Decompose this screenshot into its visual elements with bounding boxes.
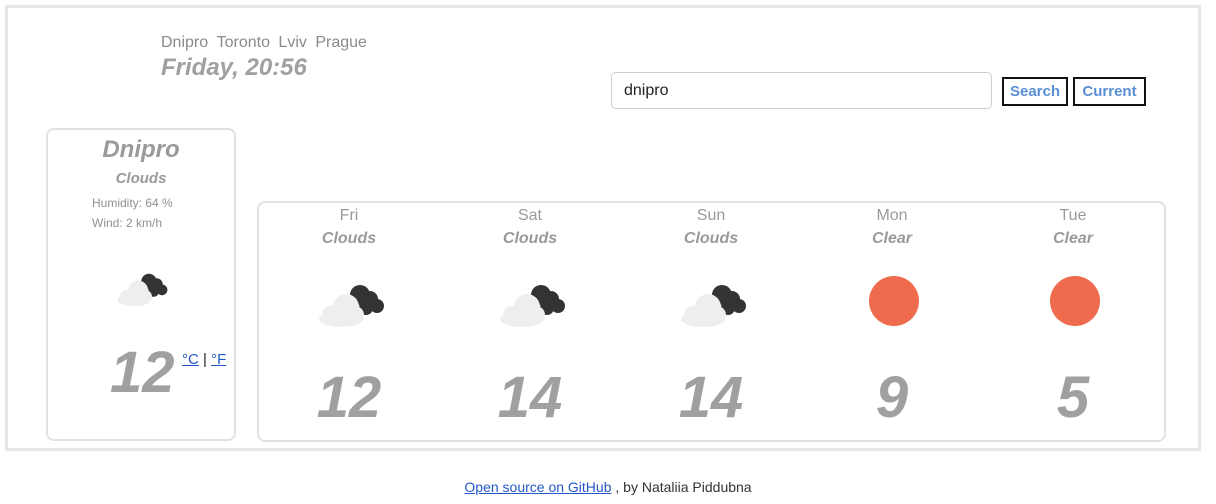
clouds-icon — [681, 285, 746, 327]
forecast-description: Clouds — [321, 230, 377, 247]
today-stats: Humidity: 64 % Wind: 2 km/h — [92, 193, 173, 233]
forecast-temperature: 14 — [678, 365, 744, 430]
search-input[interactable] — [611, 72, 992, 109]
current-date: Friday, 20:56 — [161, 54, 307, 81]
clouds-icon — [319, 285, 384, 327]
clouds-icon — [500, 285, 565, 327]
forecast-day-name: Sat — [517, 207, 542, 224]
forecast-day-name: Sun — [696, 207, 726, 224]
forecast-day: Sat Clouds 14 — [440, 203, 620, 440]
city-links: Dnipro Toronto Lviv Prague — [161, 34, 371, 52]
forecast-description: Clear — [1052, 230, 1094, 247]
unit-separator: | — [203, 351, 207, 368]
today-humidity: Humidity: 64 % — [92, 196, 173, 210]
fahrenheit-link[interactable]: °F — [211, 351, 226, 368]
forecast-day: Tue Clear 5 — [983, 203, 1163, 440]
city-link-prague[interactable]: Prague — [315, 34, 367, 51]
city-link-toronto[interactable]: Toronto — [217, 34, 270, 51]
city-link-dnipro[interactable]: Dnipro — [161, 34, 208, 51]
search-button[interactable]: Search — [1002, 77, 1068, 106]
today-wind: Wind: 2 km/h — [92, 216, 163, 230]
forecast-temperature: 12 — [316, 365, 382, 430]
celsius-link[interactable]: °C — [182, 351, 199, 368]
forecast-panel: Fri Clouds 12 Sat Clouds 14 Sun Clouds 1… — [257, 201, 1166, 442]
forecast-temperature: 5 — [1056, 365, 1090, 430]
today-card: Dnipro Clouds Humidity: 64 % Wind: 2 km/… — [46, 128, 236, 441]
forecast-day-name: Mon — [876, 207, 908, 224]
github-link[interactable]: Open source on GitHub — [464, 479, 611, 495]
weather-app: Dnipro Toronto Lviv Prague Friday, 20:56… — [5, 5, 1201, 451]
footer: Open source on GitHub , by Nataliia Pidd… — [0, 479, 1216, 495]
city-link-lviv[interactable]: Lviv — [278, 34, 306, 51]
forecast-day-name: Tue — [1059, 207, 1087, 224]
author-credit: , by Nataliia Piddubna — [611, 479, 752, 495]
sun-icon — [1050, 276, 1100, 326]
forecast-description: Clouds — [502, 230, 558, 247]
current-location-button[interactable]: Current — [1073, 77, 1146, 106]
forecast-day: Fri Clouds 12 — [259, 203, 439, 440]
unit-switch: °C | °F — [182, 351, 226, 368]
forecast-day: Mon Clear 9 — [802, 203, 982, 440]
forecast-description: Clear — [871, 230, 913, 247]
today-temperature: 12 — [110, 340, 175, 405]
forecast-temperature: 9 — [875, 365, 909, 430]
forecast-day-name: Fri — [339, 207, 359, 224]
clouds-icon — [117, 273, 168, 306]
sun-icon — [869, 276, 919, 326]
today-city: Dnipro — [102, 136, 180, 163]
forecast-temperature: 14 — [497, 365, 563, 430]
today-description: Clouds — [115, 170, 167, 187]
forecast-day: Sun Clouds 14 — [621, 203, 801, 440]
forecast-description: Clouds — [683, 230, 739, 247]
